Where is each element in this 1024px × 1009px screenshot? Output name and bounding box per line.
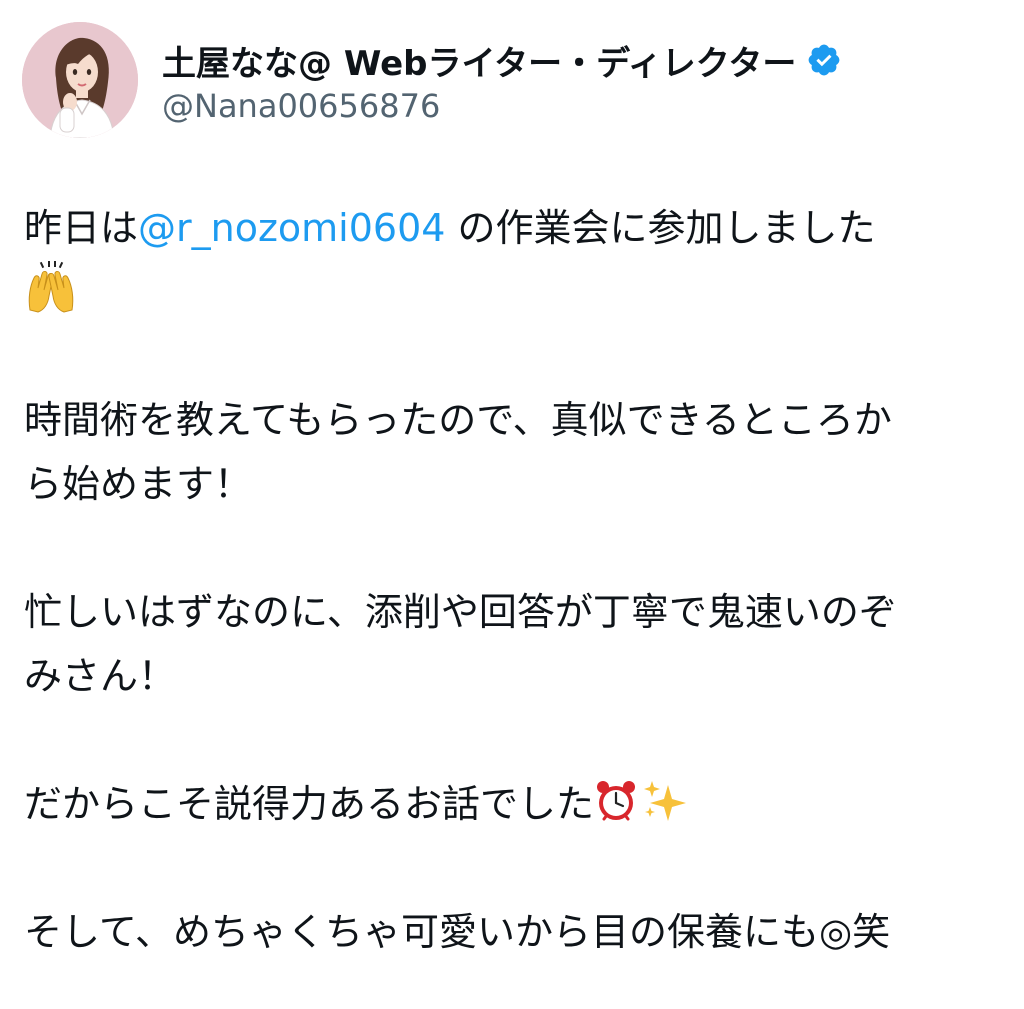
tweet-text: 昨日は@r_nozomi0604 の作業会に参加しました 時間術を教えてもらった… — [24, 196, 994, 964]
sparkles-emoji — [642, 778, 688, 842]
alarm-clock-emoji — [594, 778, 638, 842]
raising-hands-emoji — [24, 260, 78, 333]
name-block: 土屋なな@ Webライター・ディレクター @Nana00656876 — [162, 35, 842, 125]
profile-avatar[interactable] — [22, 22, 138, 138]
tweet-line: だからこそ説得力あるお話でした — [24, 772, 994, 836]
tweet-line: みさん！ — [24, 654, 177, 698]
user-handle[interactable]: @Nana00656876 — [162, 87, 842, 125]
name-row: 土屋なな@ Webライター・ディレクター — [162, 35, 842, 85]
tweet-line — [24, 260, 994, 324]
verified-badge-icon — [806, 42, 842, 78]
display-name[interactable]: 土屋なな@ Webライター・ディレクター — [162, 36, 796, 85]
tweet-line: そして、めちゃくちゃ可愛いから目の保養にも◎笑 — [24, 910, 891, 954]
text-segment: だからこそ説得力あるお話でした — [24, 782, 595, 826]
mention-link[interactable]: @r_nozomi0604 — [138, 206, 445, 250]
tweet-header: 土屋なな@ Webライター・ディレクター @Nana00656876 — [22, 22, 842, 138]
tweet-line: 忙しいはずなのに、添削や回答が丁寧で鬼速いのぞ — [24, 590, 897, 634]
tweet-line: ら始めます！ — [24, 462, 253, 506]
text-segment: 昨日は — [24, 206, 139, 250]
tweet-line: 昨日は@r_nozomi0604 の作業会に参加しました — [24, 196, 994, 260]
tweet-line: 時間術を教えてもらったので、真似できるところか — [24, 398, 892, 442]
text-segment: の作業会に参加しました — [445, 206, 876, 250]
avatar-illustration — [22, 22, 138, 138]
